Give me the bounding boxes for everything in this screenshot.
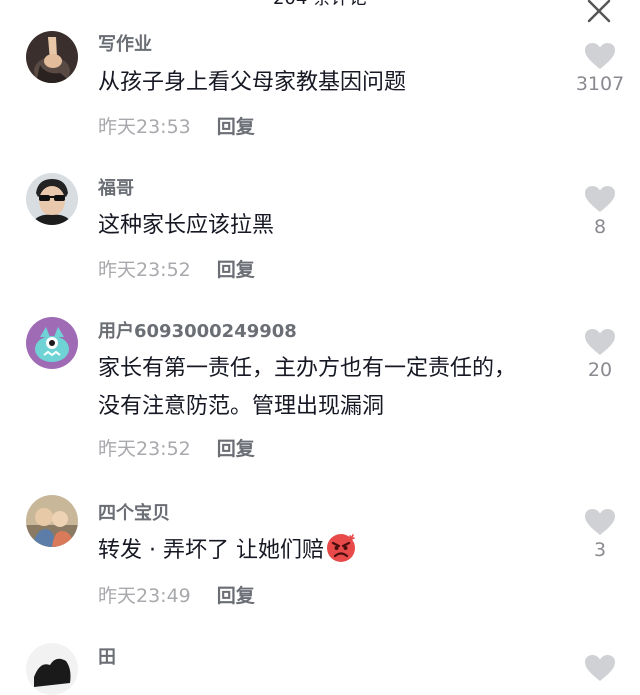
reply-button[interactable]: 回复 bbox=[217, 259, 255, 281]
reply-button[interactable]: 回复 bbox=[217, 116, 255, 138]
comment-text: 转发 · 弄坏了 让她们赔 bbox=[98, 532, 568, 576]
comment-meta: 昨天23:52 回复 bbox=[98, 437, 255, 461]
heart-icon bbox=[585, 43, 615, 69]
username[interactable]: 写作业 bbox=[98, 33, 152, 57]
like-count: 3 bbox=[593, 539, 607, 561]
comment-line-text: 转发 · 弄坏了 让她们赔 bbox=[98, 538, 324, 563]
like-button[interactable]: 20 bbox=[570, 328, 630, 382]
comment-time: 昨天23:52 bbox=[98, 438, 191, 460]
like-count: 8 bbox=[593, 216, 607, 238]
close-icon bbox=[587, 0, 611, 23]
heart-icon bbox=[585, 329, 615, 355]
avatar[interactable] bbox=[26, 31, 78, 83]
comment-time: 昨天23:49 bbox=[98, 585, 191, 607]
comment-line: 转发 · 弄坏了 让她们赔 bbox=[98, 532, 568, 576]
username[interactable]: 福哥 bbox=[98, 177, 134, 201]
reply-button[interactable]: 回复 bbox=[217, 438, 255, 460]
comment-time: 昨天23:52 bbox=[98, 259, 191, 281]
reply-button[interactable]: 回复 bbox=[217, 585, 255, 607]
like-button[interactable]: 8 bbox=[570, 185, 630, 239]
like-button[interactable]: 3107 bbox=[570, 42, 630, 96]
comment-text: 从孩子身上看父母家教基因问题 bbox=[98, 64, 568, 102]
avatar[interactable] bbox=[26, 173, 78, 225]
like-count: 20 bbox=[587, 359, 613, 381]
comment-text: 这种家长应该拉黑 bbox=[98, 207, 568, 245]
close-button[interactable] bbox=[586, 0, 612, 24]
avatar[interactable] bbox=[26, 495, 78, 547]
comments-header: 204 条评论 bbox=[0, 0, 640, 24]
username[interactable]: 四个宝贝 bbox=[98, 502, 170, 526]
comment-line: 这种家长应该拉黑 bbox=[98, 213, 275, 238]
username[interactable]: 用户6093000249908 bbox=[98, 320, 297, 344]
like-count: 3107 bbox=[575, 73, 625, 95]
comment-time: 昨天23:53 bbox=[98, 116, 191, 138]
comment-meta: 昨天23:53 回复 bbox=[98, 115, 255, 139]
heart-icon bbox=[585, 186, 615, 212]
avatar[interactable] bbox=[26, 317, 78, 369]
comment-line: 没有注意防范。管理出现漏洞 bbox=[98, 394, 385, 419]
comment-meta: 昨天23:52 回复 bbox=[98, 258, 255, 282]
comment-meta: 昨天23:49 回复 bbox=[98, 584, 255, 608]
like-button[interactable]: 3 bbox=[570, 508, 630, 562]
comment-text: 家长有第一责任，主办方也有一定责任的， 没有注意防范。管理出现漏洞 bbox=[98, 350, 568, 426]
avatar[interactable] bbox=[26, 643, 78, 695]
heart-icon bbox=[585, 655, 615, 681]
comment-count-title: 204 条评论 bbox=[0, 0, 640, 10]
comment-line: 家长有第一责任，主办方也有一定责任的， bbox=[98, 356, 517, 381]
comment-line: 从孩子身上看父母家教基因问题 bbox=[98, 70, 407, 95]
like-button[interactable] bbox=[570, 654, 630, 682]
username[interactable]: 田 bbox=[98, 646, 116, 670]
angry-face-emoji bbox=[326, 533, 356, 576]
heart-icon bbox=[585, 509, 615, 535]
